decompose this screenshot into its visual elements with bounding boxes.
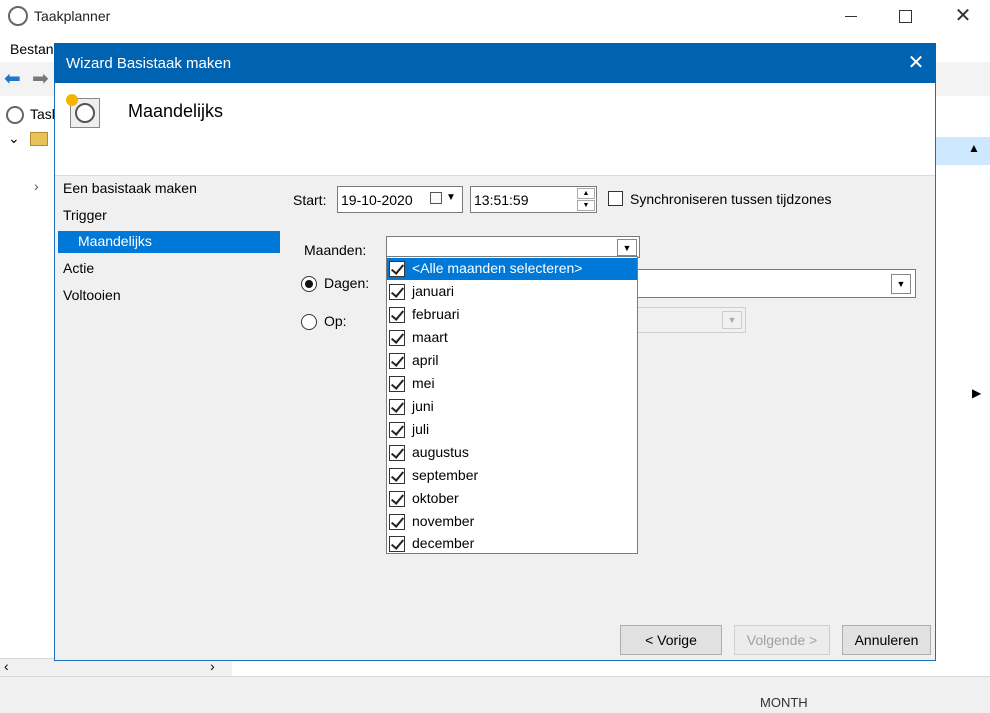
forward-arrow-icon[interactable]: ➡ <box>32 69 54 89</box>
dialog-close-button[interactable]: ✕ <box>902 50 930 76</box>
months-label: Maanden: <box>304 242 367 258</box>
chevron-down-icon[interactable]: ⌄ <box>8 130 20 147</box>
dialog-heading: Maandelijks <box>128 101 224 121</box>
month-option-all[interactable]: <Alle maanden selecteren> <box>387 258 637 280</box>
time-spin-up[interactable]: ▲ <box>577 188 595 199</box>
chevron-right-icon[interactable]: ▶ <box>972 386 981 400</box>
month-option[interactable]: maart <box>387 327 637 349</box>
months-dropdown-arrow[interactable]: ▼ <box>617 239 637 256</box>
chevron-right-icon[interactable]: › <box>34 178 39 194</box>
step-basic-task: Een basistaak maken <box>63 180 197 196</box>
back-arrow-icon[interactable]: ⬅ <box>4 69 26 89</box>
maximize-button[interactable] <box>890 4 920 28</box>
checkbox-checked[interactable] <box>389 491 405 507</box>
app-title: Taakplanner <box>34 8 111 24</box>
month-option[interactable]: januari <box>387 281 637 303</box>
back-button[interactable]: < Vorige <box>620 625 722 655</box>
menu-bestand[interactable]: Bestan <box>10 41 54 57</box>
months-dropdown[interactable] <box>386 236 640 258</box>
step-finish: Voltooien <box>63 287 121 303</box>
checkbox-checked[interactable] <box>389 422 405 438</box>
app-close-button[interactable]: ✕ <box>948 2 978 30</box>
sync-label: Synchroniseren tussen tijdzones <box>630 191 832 207</box>
scroll-left-icon[interactable]: ‹ <box>4 658 9 674</box>
dialog-title: Wizard Basistaak maken <box>66 55 232 72</box>
checkbox-checked[interactable] <box>389 536 405 552</box>
time-spin-down[interactable]: ▼ <box>577 200 595 211</box>
checkbox-checked[interactable] <box>389 376 405 392</box>
checkbox-checked[interactable] <box>389 514 405 530</box>
right-pane-header <box>936 137 990 165</box>
month-option[interactable]: juli <box>387 419 637 441</box>
start-date-value: 19-10-2020 <box>341 192 413 208</box>
on-radio[interactable] <box>301 314 317 330</box>
month-option[interactable]: december <box>387 533 637 555</box>
checkbox-checked[interactable] <box>389 261 405 277</box>
checkbox-checked[interactable] <box>389 399 405 415</box>
folder-icon <box>30 132 48 146</box>
calendar-icon[interactable] <box>430 192 442 204</box>
month-option[interactable]: november <box>387 511 637 533</box>
step-action: Actie <box>63 260 95 276</box>
month-option[interactable]: oktober <box>387 488 637 510</box>
status-bar <box>0 676 990 713</box>
month-option[interactable]: september <box>387 465 637 487</box>
clock-icon <box>6 106 24 124</box>
right-pane <box>936 96 990 661</box>
checkbox-checked[interactable] <box>389 353 405 369</box>
chevron-down-icon[interactable]: ▼ <box>446 192 456 203</box>
days-radio-dot <box>305 280 313 288</box>
checkbox-checked[interactable] <box>389 468 405 484</box>
cancel-button[interactable]: Annuleren <box>842 625 931 655</box>
checkbox-checked[interactable] <box>389 330 405 346</box>
days-dropdown-arrow[interactable]: ▼ <box>891 274 911 294</box>
checkbox-checked[interactable] <box>389 445 405 461</box>
checkbox-checked[interactable] <box>389 307 405 323</box>
next-button[interactable]: Volgende > <box>734 625 830 655</box>
tree-root[interactable]: Tasl <box>30 106 55 122</box>
month-option[interactable]: april <box>387 350 637 372</box>
on-label: Op: <box>324 313 347 329</box>
month-option[interactable]: juni <box>387 396 637 418</box>
days-dropdown[interactable] <box>636 269 916 298</box>
checkbox-checked[interactable] <box>389 284 405 300</box>
task-clock-icon <box>66 94 102 130</box>
status-text: MONTH <box>760 695 808 710</box>
month-option[interactable]: mei <box>387 373 637 395</box>
sync-checkbox[interactable] <box>608 191 623 206</box>
month-option[interactable]: augustus <box>387 442 637 464</box>
start-time-value: 13:51:59 <box>474 192 529 208</box>
start-label: Start: <box>293 192 327 208</box>
step-trigger: Trigger <box>63 207 107 223</box>
step-monthly: Maandelijks <box>78 233 152 249</box>
minimize-button[interactable] <box>836 4 866 28</box>
dialog-header <box>55 83 935 176</box>
on-dropdown-arrow[interactable]: ▼ <box>722 311 742 329</box>
month-option[interactable]: februari <box>387 304 637 326</box>
clock-icon <box>8 6 28 26</box>
scroll-up-icon[interactable]: ▲ <box>968 141 980 155</box>
days-label: Dagen: <box>324 275 370 291</box>
